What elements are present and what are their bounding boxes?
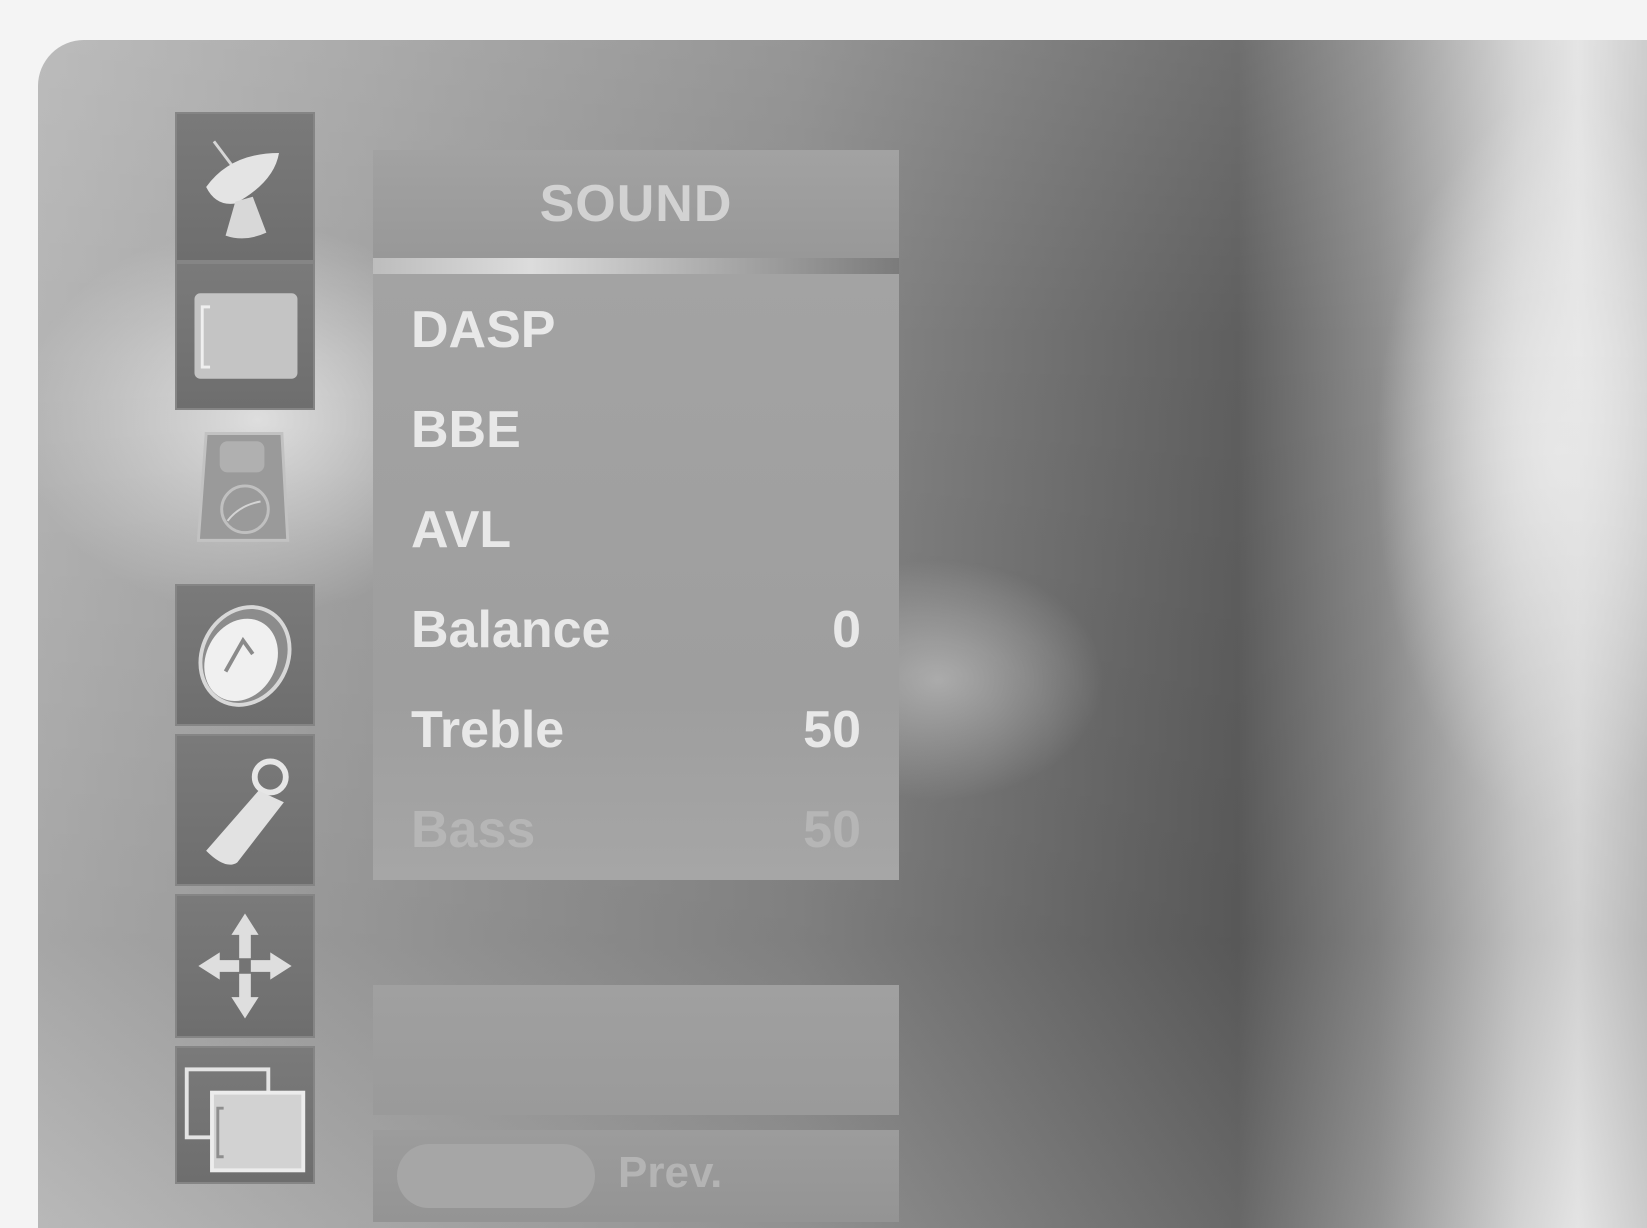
navigation-bar: Prev.: [373, 1130, 899, 1222]
pip-screens-icon: [184, 1067, 306, 1173]
speaker-icon: [196, 432, 290, 542]
menu-item-label: Balance: [411, 601, 611, 659]
sidebar-item-picture[interactable]: [175, 262, 315, 410]
menu-item-avl[interactable]: AVL: [411, 494, 861, 564]
sidebar-item-sound[interactable]: [175, 410, 315, 560]
menu-item-value: 0: [832, 601, 861, 659]
picture-screen-icon: [194, 293, 298, 379]
menu-key-button[interactable]: [397, 1144, 595, 1208]
menu-item-value: 50: [803, 801, 861, 859]
prev-label: Prev.: [618, 1148, 723, 1197]
sidebar-item-time[interactable]: [175, 584, 315, 726]
menu-item-bbe[interactable]: BBE: [411, 394, 861, 464]
menu-item-treble[interactable]: Treble 50: [411, 694, 861, 764]
sidebar-item-special[interactable]: [175, 734, 315, 886]
menu-item-label: BBE: [411, 401, 521, 459]
move-arrows-icon: [198, 913, 292, 1019]
tv-screen: SOUND DASP BBE AVL Balance 0 Treble 50 B…: [38, 40, 1647, 1228]
menu-item-dasp[interactable]: DASP: [411, 294, 861, 364]
menu-item-label: Treble: [411, 701, 565, 759]
sidebar-item-pip[interactable]: [175, 1046, 315, 1184]
menu-item-balance[interactable]: Balance 0: [411, 594, 861, 664]
sound-menu-list: DASP BBE AVL Balance 0 Treble 50 Bass 50: [373, 274, 899, 880]
satellite-dish-icon: [206, 140, 279, 239]
sidebar-item-screen[interactable]: [175, 894, 315, 1038]
help-info-box: [373, 985, 899, 1115]
menu-item-label: AVL: [411, 501, 512, 559]
menu-title: SOUND: [539, 175, 733, 233]
menu-item-bass[interactable]: Bass 50: [411, 794, 861, 864]
title-divider: [373, 258, 899, 274]
menu-item-value: 50: [803, 701, 861, 759]
menu-item-label: Bass: [411, 801, 536, 859]
menu-item-label: DASP: [411, 301, 556, 359]
menu-title-bar: SOUND: [373, 150, 899, 258]
clock-icon: [198, 605, 292, 707]
key-tag-icon: [206, 758, 289, 865]
sidebar-item-station[interactable]: [175, 112, 315, 262]
